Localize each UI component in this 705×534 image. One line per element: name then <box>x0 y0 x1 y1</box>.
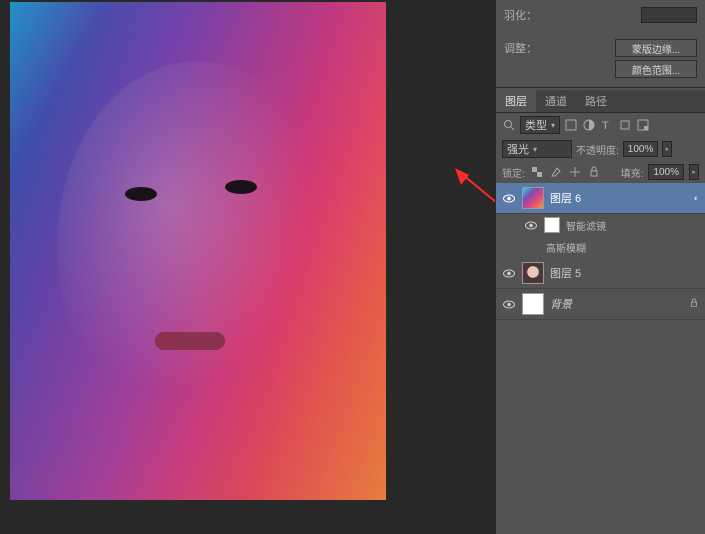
lock-label: 锁定: <box>502 165 525 180</box>
visibility-toggle[interactable] <box>502 269 516 278</box>
smart-filters-label: 智能滤镜 <box>566 218 606 233</box>
chevron-down-icon: ▾ <box>551 121 555 130</box>
layer-item-6[interactable]: 图层 6 ◐ <box>496 183 705 214</box>
fill-value[interactable]: 100% <box>648 164 684 180</box>
tab-channels[interactable]: 通道 <box>536 90 576 112</box>
visibility-toggle[interactable] <box>502 300 516 309</box>
fill-flyout[interactable]: ▸ <box>689 164 699 180</box>
smart-filter-item[interactable]: 高斯模糊 <box>496 236 705 258</box>
filter-pixel-icon[interactable] <box>564 118 578 132</box>
image-eye <box>125 187 157 201</box>
adjust-label: 调整： <box>504 40 537 56</box>
lock-all-icon[interactable] <box>587 165 601 179</box>
opacity-value[interactable]: 100% <box>623 141 659 157</box>
smart-object-icon: ◐ <box>694 193 699 203</box>
image-face <box>10 2 386 500</box>
canvas-area <box>0 0 495 534</box>
kind-select[interactable]: 类型 ▾ <box>520 116 560 134</box>
divider <box>496 87 705 88</box>
lock-row: 锁定: 填充: 100% ▸ <box>496 161 705 183</box>
refine-edge-button[interactable]: 蒙版边缘... <box>615 39 697 57</box>
lock-pixels-icon[interactable] <box>549 165 563 179</box>
image-eye <box>225 180 257 194</box>
layer-thumbnail[interactable] <box>522 187 544 209</box>
image-lips <box>155 332 225 350</box>
blend-row: 强光 ▾ 不透明度: 100% ▸ <box>496 137 705 161</box>
tab-paths[interactable]: 路径 <box>576 90 616 112</box>
visibility-toggle[interactable] <box>502 194 516 203</box>
layer-thumbnail[interactable] <box>522 262 544 284</box>
mask-section: 羽化： 调整： 蒙版边缘... 颜色范围... <box>496 0 705 85</box>
opacity-label: 不透明度: <box>576 142 619 157</box>
filter-smart-icon[interactable] <box>636 118 650 132</box>
chevron-down-icon: ▾ <box>533 145 537 154</box>
blend-mode-select[interactable]: 强光 ▾ <box>502 140 572 158</box>
layer-filter-row: 类型 ▾ T <box>496 113 705 137</box>
lock-position-icon[interactable] <box>568 165 582 179</box>
filter-mask-thumbnail[interactable] <box>544 217 560 233</box>
filter-type-icon[interactable]: T <box>600 118 614 132</box>
feather-input[interactable] <box>641 7 697 23</box>
layer-thumbnail[interactable] <box>522 293 544 315</box>
feather-label: 羽化： <box>504 7 537 23</box>
fill-label: 填充: <box>621 165 644 180</box>
opacity-flyout[interactable]: ▸ <box>662 141 672 157</box>
layer-name: 图层 5 <box>550 265 699 281</box>
filter-name: 高斯模糊 <box>546 240 586 255</box>
lock-transparency-icon[interactable] <box>530 165 544 179</box>
search-icon[interactable] <box>502 118 516 132</box>
panel-tabs: 图层 通道 路径 <box>496 90 705 113</box>
canvas-image[interactable] <box>10 2 386 500</box>
kind-label: 类型 <box>525 117 547 133</box>
layer-item-background[interactable]: 背景 <box>496 289 705 320</box>
blend-mode-value: 强光 <box>507 141 529 157</box>
svg-text:T: T <box>602 120 609 131</box>
layer-name: 图层 6 <box>550 190 688 206</box>
tab-layers[interactable]: 图层 <box>496 90 536 112</box>
lock-icon <box>689 298 699 311</box>
visibility-toggle[interactable] <box>524 221 538 230</box>
layer-item-5[interactable]: 图层 5 <box>496 258 705 289</box>
smart-filters-header[interactable]: 智能滤镜 <box>496 214 705 236</box>
layer-name: 背景 <box>550 296 683 312</box>
filter-adjust-icon[interactable] <box>582 118 596 132</box>
color-range-button[interactable]: 颜色范围... <box>615 60 697 78</box>
layers-list: 图层 6 ◐ 智能滤镜 高斯模糊 图层 5 背景 <box>496 183 705 320</box>
filter-shape-icon[interactable] <box>618 118 632 132</box>
right-panel: 羽化： 调整： 蒙版边缘... 颜色范围... 图层 通道 路径 类型 ▾ T <box>495 0 705 534</box>
